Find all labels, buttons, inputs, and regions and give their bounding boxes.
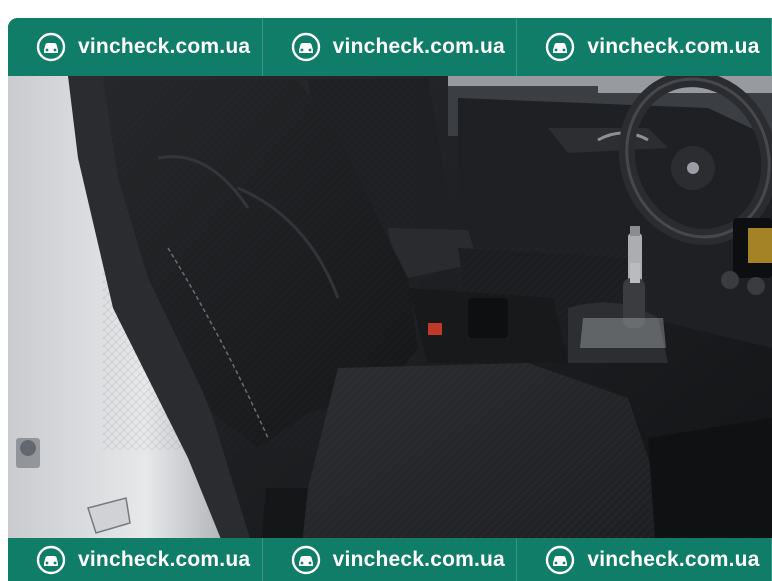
car-badge-icon: [291, 32, 320, 62]
watermark-tile: vincheck.com.ua: [263, 18, 518, 76]
watermark-text: vincheck.com.ua: [332, 35, 505, 58]
photo-frame: vincheck.com.ua vincheck.com.ua vincheck…: [8, 18, 772, 581]
watermark-band-top: vincheck.com.ua vincheck.com.ua vincheck…: [8, 18, 772, 76]
watermark-tile: vincheck.com.ua: [517, 18, 772, 76]
car-badge-icon: [291, 545, 320, 574]
watermark-tile: vincheck.com.ua: [263, 538, 518, 581]
watermark-tile: vincheck.com.ua: [517, 538, 772, 581]
car-interior-photo: [8, 18, 772, 581]
car-badge-icon: [36, 32, 66, 62]
watermark-text: vincheck.com.ua: [587, 35, 760, 58]
watermark-text: vincheck.com.ua: [78, 35, 251, 58]
watermark-text: vincheck.com.ua: [78, 547, 251, 571]
watermark-text: vincheck.com.ua: [587, 547, 760, 571]
car-badge-icon: [546, 545, 575, 574]
car-badge-icon: [36, 545, 66, 574]
watermark-text: vincheck.com.ua: [332, 547, 505, 571]
watermark-tile: vincheck.com.ua: [8, 18, 263, 76]
car-badge-icon: [546, 32, 575, 62]
watermark-tile: vincheck.com.ua: [8, 538, 263, 581]
watermark-band-bottom: vincheck.com.ua vincheck.com.ua vincheck…: [8, 538, 772, 581]
